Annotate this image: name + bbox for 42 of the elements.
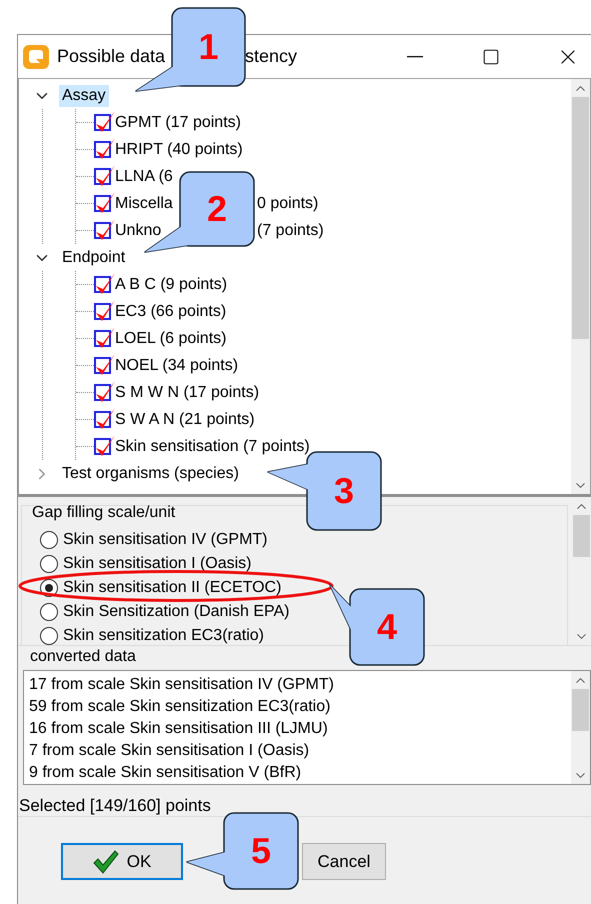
tree-item-label[interactable]: NOEL (34 points) — [115, 356, 238, 374]
group-title: Gap filling scale/unit — [32, 504, 176, 523]
tree-item-label[interactable]: LLNA (6 — [115, 168, 173, 186]
tree-group-label[interactable]: Endpoint — [59, 246, 128, 268]
scrollbar[interactable] — [571, 671, 590, 784]
tree-item-label: 0 points) — [257, 194, 318, 212]
checkmark-icon — [92, 850, 119, 874]
minimize-icon — [407, 56, 423, 58]
tree-item-label[interactable]: GPMT (17 points) — [115, 114, 241, 132]
scrollbar[interactable] — [571, 79, 590, 494]
tree-group-label[interactable]: Assay — [59, 84, 109, 106]
tree-item-label[interactable]: S W A N (21 points) — [115, 410, 255, 428]
section-title: converted data — [30, 647, 137, 667]
tree-group-label[interactable]: Test organisms (species) — [59, 462, 242, 484]
list-item[interactable]: 9 from scale Skin sensitisation V (BfR) — [29, 762, 571, 784]
list-item[interactable]: 16 from scale Skin sensitisation III (LJMU) — [29, 718, 571, 740]
radio-button[interactable] — [40, 603, 58, 621]
radio-button[interactable] — [40, 627, 58, 645]
list-item[interactable]: 7 from scale Skin sensitisation I (Oasis) — [29, 740, 571, 762]
radio-label[interactable]: Skin sensitisation IV (GPMT) — [63, 531, 268, 549]
app-icon — [23, 44, 49, 68]
window-title: stency — [245, 46, 298, 67]
list-box[interactable] — [23, 670, 591, 785]
window-title: Possible data — [57, 46, 166, 67]
tree-item-label: Miscella — [115, 194, 174, 212]
tree-item-label: (7 points) — [257, 222, 324, 240]
radio-button[interactable] — [40, 555, 58, 573]
tree-item-label: Unkno — [115, 222, 162, 240]
list-item[interactable]: 17 from scale Skin sensitisation IV (GPMT) — [29, 674, 571, 696]
list-item[interactable]: 59 from scale Skin sensitization EC3(ratio) — [29, 696, 571, 718]
radio-button[interactable] — [40, 531, 58, 549]
cancel-button[interactable]: Cancel — [302, 843, 386, 880]
tree-item-label[interactable]: EC3 (66 points) — [115, 302, 226, 320]
tree-item-label[interactable]: S M W N (17 points) — [115, 384, 260, 402]
tree-item-label[interactable]: A B C (9 points) — [115, 276, 228, 294]
radio-label[interactable]: Skin sensitization EC3(ratio) — [63, 627, 264, 645]
maximize-icon — [482, 48, 500, 66]
radio-label[interactable]: Skin Sensitization (Danish EPA) — [63, 603, 290, 621]
tree-item-label[interactable]: LOEL (6 points) — [115, 330, 226, 348]
radio-label[interactable]: Skin sensitisation I (Oasis) — [63, 555, 252, 573]
ok-button[interactable]: OK — [61, 843, 183, 880]
tree-item-label[interactable]: HRIPT (40 points) — [115, 140, 243, 158]
